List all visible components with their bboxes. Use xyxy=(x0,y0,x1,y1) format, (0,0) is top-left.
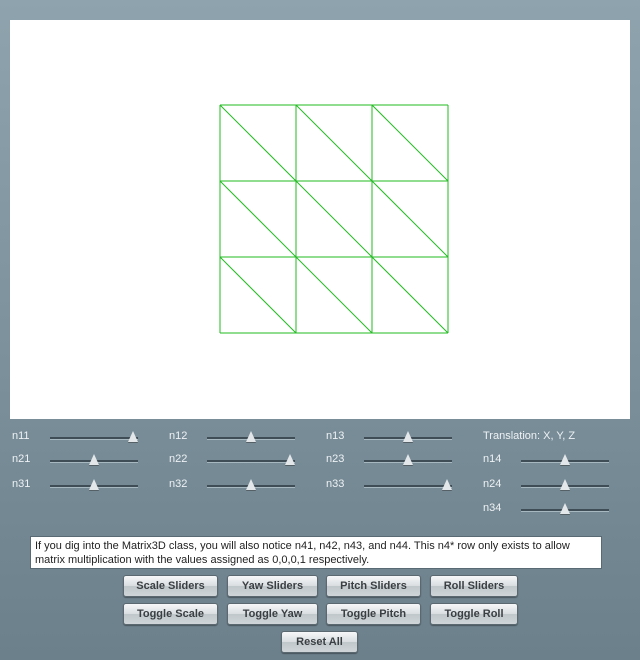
n21-label: n21 xyxy=(12,453,31,465)
n11-slider[interactable] xyxy=(50,431,138,445)
mesh-diagonal-line xyxy=(219,180,297,258)
mesh-diagonal-line xyxy=(371,180,449,258)
slider-thumb[interactable] xyxy=(128,431,138,442)
slider-thumb[interactable] xyxy=(403,454,413,465)
n34-slider[interactable] xyxy=(521,503,609,517)
slider-thumb[interactable] xyxy=(89,454,99,465)
mesh-diagonal-line xyxy=(295,256,373,334)
slider-track xyxy=(207,460,295,463)
n21-slider[interactable] xyxy=(50,454,138,468)
yaw-sliders-button[interactable]: Yaw Sliders xyxy=(227,575,318,597)
mesh-diagonal-line xyxy=(295,180,373,258)
n31-slider[interactable] xyxy=(50,479,138,493)
n23-label: n23 xyxy=(326,453,345,465)
info-text-box: If you dig into the Matrix3D class, you … xyxy=(30,536,602,569)
n34-label: n34 xyxy=(483,502,502,514)
mesh-diagonal-line xyxy=(219,256,297,334)
n32-label: n32 xyxy=(169,478,188,490)
toggle-pitch-button[interactable]: Toggle Pitch xyxy=(326,603,421,625)
toggle-yaw-button[interactable]: Toggle Yaw xyxy=(227,603,318,625)
toggle-scale-button[interactable]: Toggle Scale xyxy=(123,603,218,625)
mesh-diagonal-line xyxy=(219,104,297,182)
toggle-roll-button[interactable]: Toggle Roll xyxy=(430,603,518,625)
matrix-canvas xyxy=(10,20,630,419)
n32-slider[interactable] xyxy=(207,479,295,493)
n13-label: n13 xyxy=(326,430,345,442)
n22-label: n22 xyxy=(169,453,188,465)
n33-label: n33 xyxy=(326,478,345,490)
slider-thumb[interactable] xyxy=(246,479,256,490)
roll-sliders-button[interactable]: Roll Sliders xyxy=(430,575,518,597)
reset-all-button[interactable]: Reset All xyxy=(281,631,358,653)
slider-thumb[interactable] xyxy=(560,479,570,490)
slider-thumb[interactable] xyxy=(89,479,99,490)
n11-label: n11 xyxy=(12,430,30,442)
slider-track xyxy=(364,485,452,488)
slider-thumb[interactable] xyxy=(560,503,570,514)
n14-slider[interactable] xyxy=(521,454,609,468)
n12-label: n12 xyxy=(169,430,188,442)
slider-thumb[interactable] xyxy=(246,431,256,442)
info-text: If you dig into the Matrix3D class, you … xyxy=(35,540,570,566)
n24-slider[interactable] xyxy=(521,479,609,493)
n24-label: n24 xyxy=(483,478,502,490)
slider-thumb[interactable] xyxy=(285,454,295,465)
translation-label: Translation: X, Y, Z xyxy=(483,430,576,442)
mesh-diagonal-line xyxy=(371,256,449,334)
pitch-sliders-button[interactable]: Pitch Sliders xyxy=(326,575,421,597)
slider-thumb[interactable] xyxy=(403,431,413,442)
n22-slider[interactable] xyxy=(207,454,295,468)
n31-label: n31 xyxy=(12,478,31,490)
mesh-diagonal-line xyxy=(371,104,449,182)
scale-sliders-button[interactable]: Scale Sliders xyxy=(123,575,218,597)
n12-slider[interactable] xyxy=(207,431,295,445)
n23-slider[interactable] xyxy=(364,454,452,468)
mesh-grid xyxy=(219,104,449,334)
n33-slider[interactable] xyxy=(364,479,452,493)
n13-slider[interactable] xyxy=(364,431,452,445)
slider-thumb[interactable] xyxy=(560,454,570,465)
slider-track xyxy=(50,437,138,440)
mesh-diagonal-line xyxy=(295,104,373,182)
slider-thumb[interactable] xyxy=(442,479,452,490)
n14-label: n14 xyxy=(483,453,502,465)
